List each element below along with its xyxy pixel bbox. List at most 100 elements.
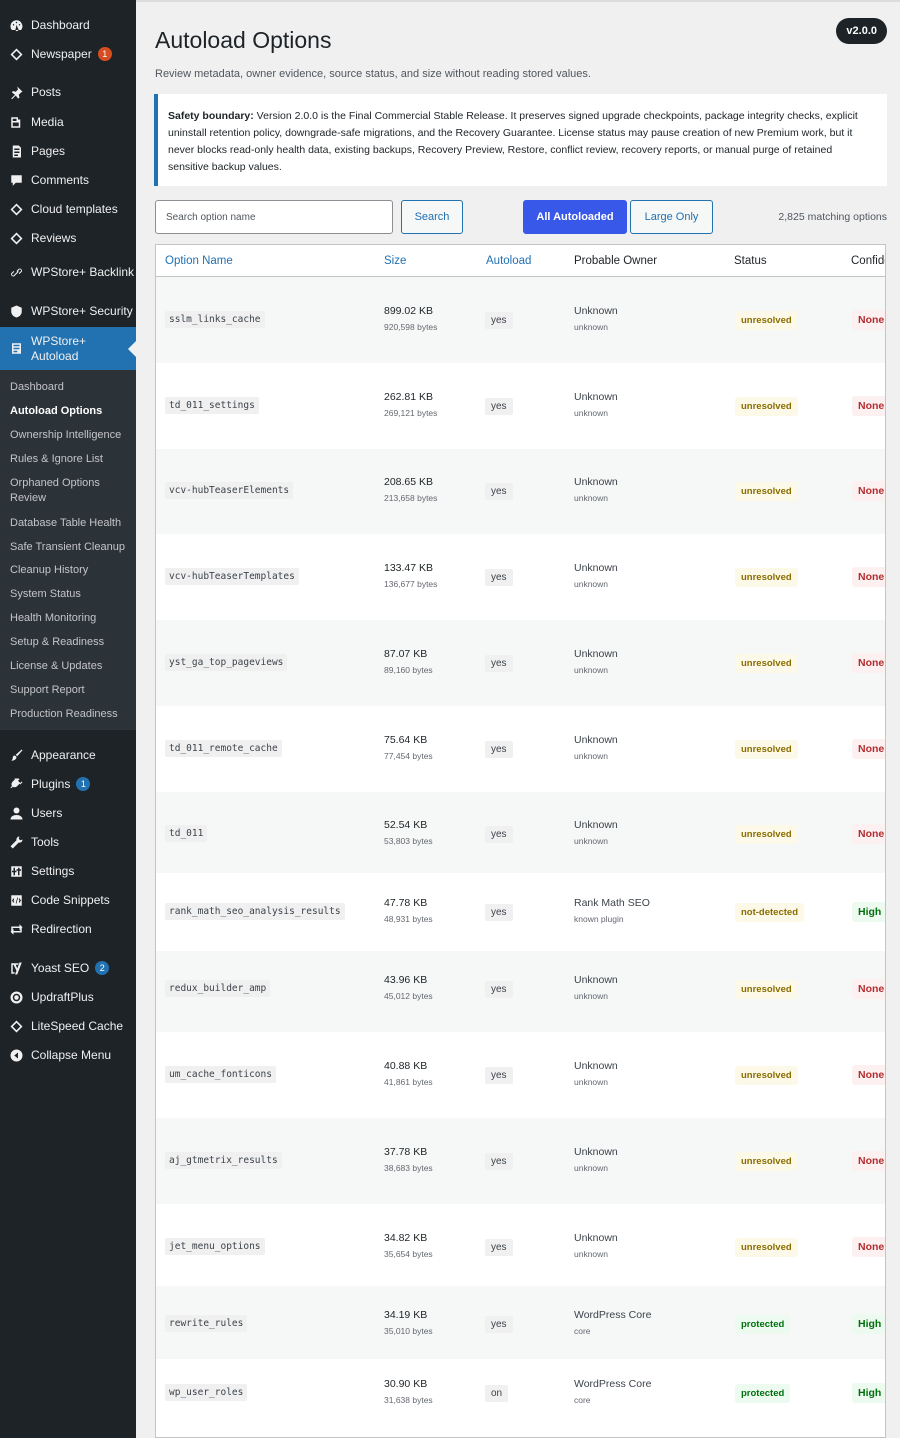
code-icon	[8, 892, 24, 908]
collapse-icon	[8, 1047, 24, 1063]
submenu-item-dashboard[interactable]: Dashboard	[10, 380, 132, 395]
confidence-badge: None	[852, 979, 885, 999]
owner-cell: Unknown unknown	[574, 819, 618, 846]
submenu-item-production-readiness[interactable]: Production Readiness	[10, 707, 132, 722]
col-option-name[interactable]: Option Name	[165, 255, 233, 267]
submenu-item-support-report[interactable]: Support Report	[10, 683, 132, 698]
submenu-item-system-status[interactable]: System Status	[10, 587, 132, 602]
table-row: redux_builder_amp 43.96 KB 45,012 bytes yes…	[156, 950, 885, 1032]
autoload-value: yes	[485, 398, 513, 415]
sidebar-item-media[interactable]: Media	[0, 109, 136, 135]
size-cell: 40.88 KB 41,861 bytes	[384, 1060, 433, 1087]
submenu-item-license-updates[interactable]: License & Updates	[10, 659, 132, 674]
sidebar-item-tools[interactable]: Tools	[0, 829, 136, 855]
status-badge: unresolved	[735, 980, 798, 999]
option-name: rewrite_rules	[165, 1315, 248, 1332]
owner-name: WordPress Core	[574, 1309, 652, 1321]
submenu-item-safe-transient-cleanup[interactable]: Safe Transient Cleanup	[10, 540, 132, 555]
sidebar-item-newspaper[interactable]: Newspaper 1	[0, 41, 136, 67]
sidebar-item-users[interactable]: Users	[0, 800, 136, 826]
page-subtitle: Review metadata, owner evidence, source …	[155, 68, 591, 80]
status-badge: protected	[735, 1384, 791, 1403]
sidebar-item-label: Users	[31, 805, 63, 820]
sidebar-item-updraftplus[interactable]: UpdraftPlus	[0, 984, 136, 1010]
all-autoloaded-button[interactable]: All Autoloaded	[523, 200, 627, 234]
sidebar-item-litespeed-cache[interactable]: LiteSpeed Cache	[0, 1013, 136, 1039]
sidebar-item-plugins[interactable]: Plugins 1	[0, 771, 136, 797]
newspaper-icon	[8, 46, 24, 62]
size-kb: 47.78 KB	[384, 897, 428, 909]
owner-name: WordPress Core	[574, 1378, 652, 1390]
submenu-item-setup-readiness[interactable]: Setup & Readiness	[10, 635, 132, 650]
large-only-button[interactable]: Large Only	[630, 200, 713, 234]
status-badge: unresolved	[735, 740, 798, 759]
owner-name: Rank Math SEO	[574, 897, 650, 909]
owner-cell: Unknown unknown	[574, 1060, 618, 1087]
notice-text: Version 2.0.0 is the Final Commercial St…	[168, 110, 858, 173]
sidebar-item-wpstore-security[interactable]: WPStore+ Security	[0, 298, 136, 324]
table-row: sslm_links_cache 899.02 KB 920,598 bytes ye…	[156, 277, 885, 363]
confidence-badge: None	[852, 396, 885, 416]
col-size[interactable]: Size	[384, 255, 406, 267]
owner-cell: WordPress Core core	[574, 1309, 651, 1336]
size-bytes: 35,010 bytes	[384, 1326, 433, 1336]
sidebar-item-comments[interactable]: Comments	[0, 167, 136, 193]
sidebar-item-reviews[interactable]: Reviews	[0, 225, 136, 251]
owner-type: unknown	[574, 751, 609, 761]
submenu-item-orphaned-options-review[interactable]: Orphaned Options Review	[10, 476, 132, 506]
option-name: aj_gtmetrix_results	[165, 1152, 282, 1169]
size-kb: 262.81 KB	[384, 391, 434, 403]
sidebar-item-label: Pages	[31, 143, 66, 158]
owner-cell: Unknown unknown	[574, 562, 618, 589]
col-autoload[interactable]: Autoload	[486, 255, 531, 267]
updraft-icon	[8, 989, 24, 1005]
autoload-value: yes	[485, 1239, 513, 1256]
owner-type: unknown	[574, 579, 609, 589]
link-icon	[8, 264, 24, 280]
submenu-item-database-table-health[interactable]: Database Table Health	[10, 516, 132, 531]
sidebar-item-collapse-menu[interactable]: Collapse Menu	[0, 1042, 136, 1068]
sidebar-item-settings[interactable]: Settings	[0, 858, 136, 884]
confidence-badge: None	[852, 1151, 885, 1171]
size-bytes: 920,598 bytes	[384, 322, 438, 332]
owner-type: unknown	[574, 322, 609, 332]
owner-type: unknown	[574, 408, 609, 418]
search-button[interactable]: Search	[401, 200, 463, 234]
sidebar-item-dashboard[interactable]: Dashboard	[0, 12, 136, 38]
option-name: wp_user_roles	[165, 1384, 248, 1401]
sidebar-item-wpstore-backlink[interactable]: WPStore+ Backlink	[0, 254, 136, 290]
owner-type: unknown	[574, 836, 609, 846]
size-kb: 75.64 KB	[384, 734, 428, 746]
sidebar-item-redirection[interactable]: Redirection	[0, 916, 136, 942]
owner-type: unknown	[574, 1249, 609, 1259]
submenu-item-ownership-intelligence[interactable]: Ownership Intelligence	[10, 428, 132, 443]
sidebar-item-pages[interactable]: Pages	[0, 138, 136, 164]
page-title: Autoload Options	[155, 27, 332, 53]
owner-type: core	[574, 1395, 591, 1405]
confidence-badge: None	[852, 310, 885, 330]
table-row: aj_gtmetrix_results 37.78 KB 38,683 bytes y…	[156, 1118, 885, 1204]
size-kb: 34.19 KB	[384, 1309, 428, 1321]
submenu-item-rules-ignore-list[interactable]: Rules & Ignore List	[10, 452, 132, 467]
sidebar-item-yoast-seo[interactable]: Yoast SEO 2	[0, 955, 136, 981]
sidebar-item-appearance[interactable]: Appearance	[0, 742, 136, 768]
status-badge: unresolved	[735, 311, 798, 330]
owner-name: Unknown	[574, 819, 618, 831]
size-cell: 34.82 KB 35,654 bytes	[384, 1232, 433, 1259]
sidebar-item-posts[interactable]: Posts	[0, 79, 136, 105]
search-input[interactable]	[155, 200, 393, 234]
autoload-value: on	[485, 1385, 509, 1402]
notice-label: Safety boundary:	[168, 110, 254, 122]
sidebar-item-code-snippets[interactable]: Code Snippets	[0, 887, 136, 913]
option-name: td_011_remote_cache	[165, 740, 282, 757]
size-bytes: 77,454 bytes	[384, 751, 433, 761]
diamond-icon	[8, 230, 24, 246]
submenu-item-cleanup-history[interactable]: Cleanup History	[10, 563, 132, 578]
sidebar-item-label: Newspaper	[31, 46, 92, 61]
sidebar-item-cloud-templates[interactable]: Cloud templates	[0, 196, 136, 222]
submenu-item-health-monitoring[interactable]: Health Monitoring	[10, 611, 132, 626]
submenu-item-autoload-options[interactable]: Autoload Options	[10, 404, 132, 419]
sidebar-item-wpstore-autoload[interactable]: WPStore+ Autoload	[0, 327, 136, 370]
wrench-icon	[8, 834, 24, 850]
yoast-icon	[8, 960, 24, 976]
